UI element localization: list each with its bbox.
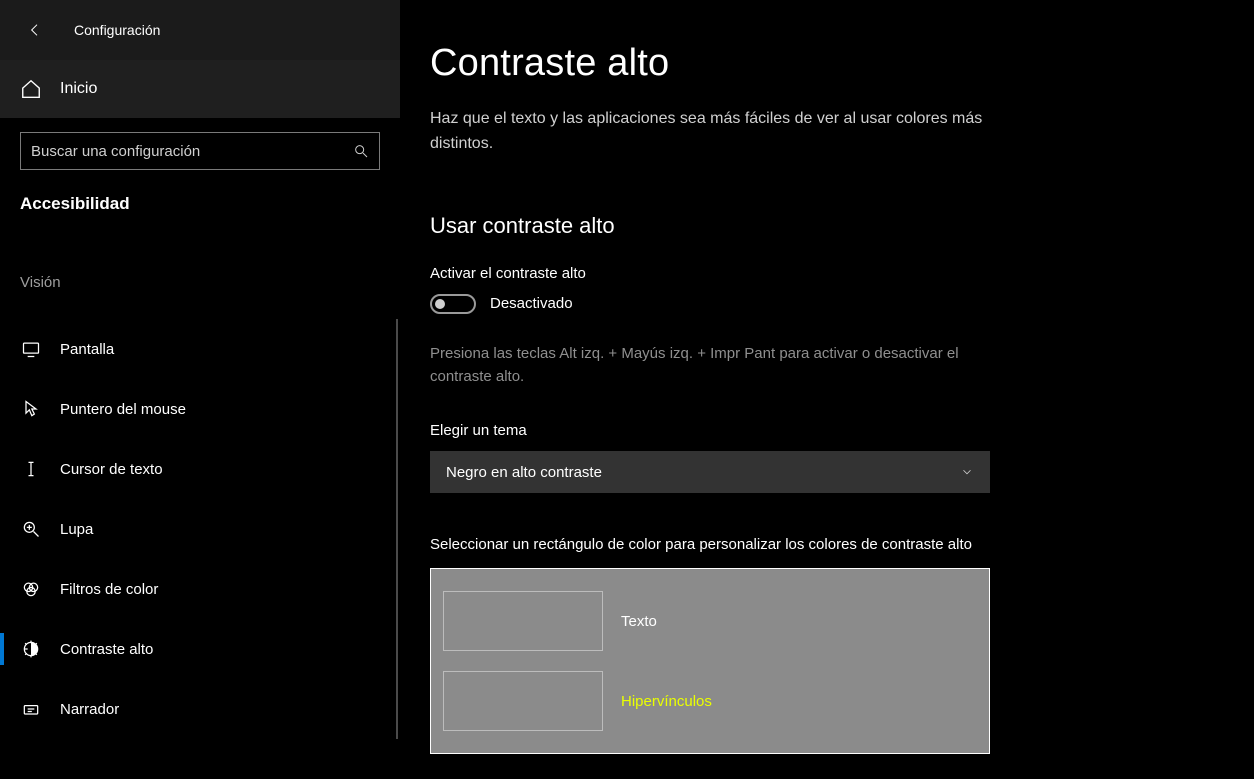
toggle-state-text: Desactivado — [490, 295, 573, 312]
high-contrast-icon — [20, 638, 42, 660]
sidebar-item-filtros-color[interactable]: Filtros de color — [0, 559, 400, 619]
search-box[interactable] — [20, 132, 380, 170]
search-icon — [353, 143, 369, 159]
home-icon — [20, 78, 42, 100]
monitor-icon — [20, 338, 42, 360]
page-description: Haz que el texto y las aplicaciones sea … — [430, 107, 990, 157]
sidebar-item-label: Narrador — [60, 701, 119, 718]
sidebar-item-label: Filtros de color — [60, 581, 158, 598]
sidebar-item-label: Puntero del mouse — [60, 401, 186, 418]
sidebar-item-contraste-alto[interactable]: Contraste alto — [0, 619, 400, 679]
use-high-contrast-heading: Usar contraste alto — [430, 213, 1224, 239]
color-swatch-text[interactable] — [443, 591, 603, 651]
sidebar-item-puntero[interactable]: Puntero del mouse — [0, 379, 400, 439]
section-heading: Accesibilidad — [0, 170, 400, 214]
narrator-icon — [20, 698, 42, 720]
back-button[interactable] — [20, 15, 50, 45]
sidebar-item-label: Pantalla — [60, 341, 114, 358]
sidebar-item-pantalla[interactable]: Pantalla — [0, 319, 400, 379]
magnifier-icon — [20, 518, 42, 540]
color-row-label: Texto — [621, 613, 657, 630]
toggle-row: Desactivado — [430, 294, 1224, 314]
home-nav-item[interactable]: Inicio — [0, 60, 400, 118]
search-container — [0, 118, 400, 170]
shortcut-hint: Presiona las teclas Alt izq. + Mayús izq… — [430, 342, 990, 389]
text-cursor-icon — [20, 458, 42, 480]
home-label: Inicio — [60, 80, 97, 98]
chevron-down-icon — [960, 465, 974, 479]
sidebar-item-cursor-texto[interactable]: Cursor de texto — [0, 439, 400, 499]
color-row-label: Hipervínculos — [621, 693, 712, 710]
color-row-text: Texto — [443, 581, 977, 661]
nav-list: Pantalla Puntero del mouse Cursor de tex… — [0, 319, 400, 739]
theme-dropdown-value: Negro en alto contraste — [446, 464, 602, 481]
group-heading: Visión — [0, 274, 400, 291]
color-row-hyperlinks: Hipervínculos — [443, 661, 977, 741]
sidebar-item-label: Cursor de texto — [60, 461, 163, 478]
high-contrast-toggle[interactable] — [430, 294, 476, 314]
sidebar-item-lupa[interactable]: Lupa — [0, 499, 400, 559]
color-swatch-hyperlinks[interactable] — [443, 671, 603, 731]
page-title: Contraste alto — [430, 42, 1224, 85]
sidebar-item-label: Lupa — [60, 521, 93, 538]
window-title: Configuración — [74, 22, 160, 38]
theme-label: Elegir un tema — [430, 422, 1224, 439]
theme-dropdown[interactable]: Negro en alto contraste — [430, 451, 990, 493]
pointer-icon — [20, 398, 42, 420]
titlebar: Configuración — [0, 0, 400, 60]
sidebar-item-narrador[interactable]: Narrador — [0, 679, 400, 739]
toggle-label: Activar el contraste alto — [430, 265, 1224, 282]
main-content: Contraste alto Haz que el texto y las ap… — [400, 0, 1254, 779]
arrow-left-icon — [27, 22, 43, 38]
sidebar: Configuración Inicio Accesibilidad Visió… — [0, 0, 400, 779]
search-input[interactable] — [31, 143, 353, 160]
customize-colors-label: Seleccionar un rectángulo de color para … — [430, 533, 990, 556]
color-filters-icon — [20, 578, 42, 600]
sidebar-item-label: Contraste alto — [60, 641, 153, 658]
color-panel: Texto Hipervínculos — [430, 568, 990, 754]
